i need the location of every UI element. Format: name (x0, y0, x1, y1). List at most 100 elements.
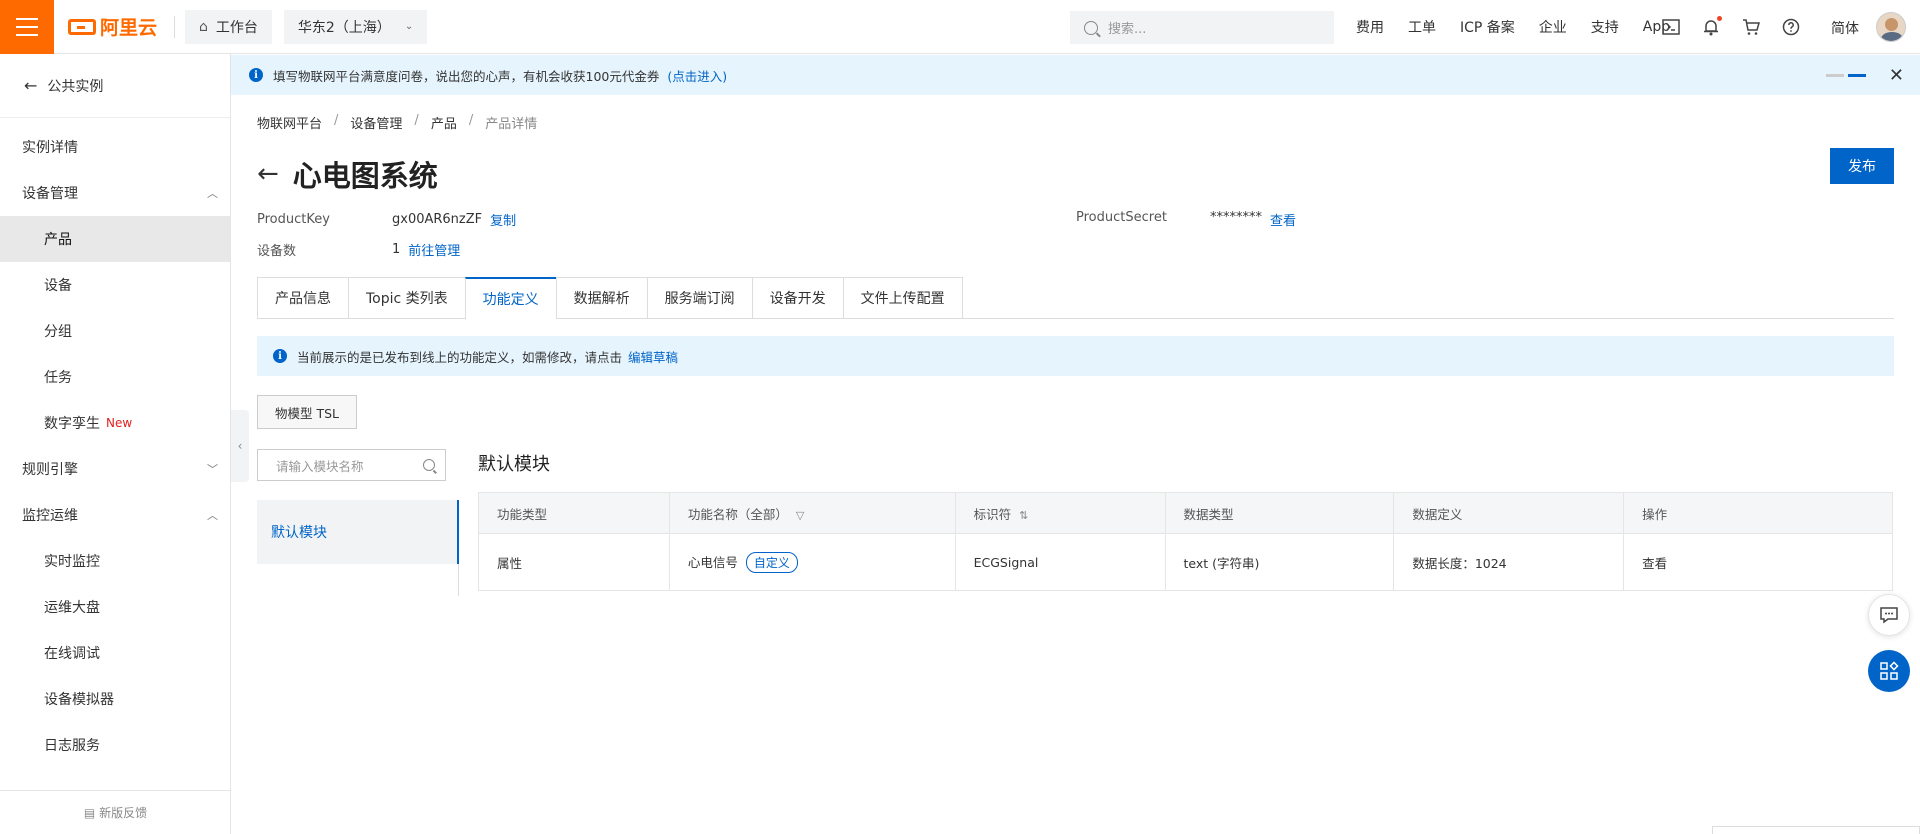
sidebar-item-products[interactable]: 产品 (0, 216, 230, 262)
chat-button[interactable] (1868, 594, 1910, 636)
tab-file-upload-config[interactable]: 文件上传配置 (842, 277, 963, 319)
hamburger-menu-button[interactable] (0, 0, 54, 54)
sidebar-item-label: 在线调试 (44, 646, 100, 662)
search-icon[interactable] (423, 459, 435, 471)
bell-icon[interactable] (1702, 16, 1722, 36)
module-search-input[interactable]: 请输入模块名称 (257, 449, 446, 481)
breadcrumb-iot-platform[interactable]: 物联网平台 (257, 113, 322, 132)
product-key-label: ProductKey (257, 212, 330, 227)
tab-data-parsing[interactable]: 数据解析 (555, 277, 647, 319)
product-secret-value: ******** (1210, 210, 1262, 225)
aliyun-logo[interactable]: 阿里云 (68, 13, 168, 40)
sidebar-item-monitoring[interactable]: 监控运维 ︿ (0, 492, 230, 538)
notice-link[interactable]: (点击进入) (667, 66, 727, 85)
tab-topic-list[interactable]: Topic 类列表 (348, 277, 465, 319)
icp-link[interactable]: ICP 备案 (1460, 17, 1515, 37)
table-row: 属性 心电信号 自定义 ECGSignal text (字符串) 数据长度：102… (478, 533, 1893, 591)
language-switch[interactable]: 简体 (1831, 18, 1859, 38)
sidebar-item-label: 数字孪生 (44, 416, 100, 432)
sidebar-item-groups[interactable]: 分组 (0, 308, 230, 354)
column-header-identifier[interactable]: 标识符 ⇅ (955, 492, 1166, 534)
sort-icon[interactable]: ⇅ (1019, 509, 1028, 522)
edit-draft-link[interactable]: 编辑草稿 (628, 347, 678, 366)
bottom-corner-widget[interactable] (1712, 826, 1920, 834)
top-links: 费用 工单 ICP 备案 企业 支持 App (1356, 0, 1694, 54)
info-icon: i (273, 349, 287, 363)
cart-icon[interactable] (1742, 18, 1760, 36)
manage-devices-link[interactable]: 前往管理 (408, 240, 460, 259)
back-arrow-icon[interactable]: ← (257, 159, 279, 189)
product-key-row: ProductKey gx00AR6nzZF 复制 (257, 210, 516, 229)
product-key-value: gx00AR6nzZF (392, 212, 483, 227)
column-header-function-name[interactable]: 功能名称（全部） ▽ (669, 492, 956, 534)
apps-button[interactable] (1868, 650, 1910, 692)
module-list: 默认模块 (257, 500, 459, 596)
sidebar-item-online-debug[interactable]: 在线调试 (0, 630, 230, 676)
arrow-left-icon: ← (24, 76, 38, 95)
sidebar-item-device-simulator[interactable]: 设备模拟器 (0, 676, 230, 722)
help-icon[interactable] (1782, 18, 1800, 36)
function-table: 功能类型 功能名称（全部） ▽ 标识符 ⇅ 数据类型 数据定义 操作 属性 心电信号… (478, 492, 1893, 591)
cell-data-type: text (字符串) (1165, 533, 1395, 591)
new-badge: New (106, 416, 133, 430)
view-action-link[interactable]: 查看 (1623, 533, 1893, 591)
view-secret-link[interactable]: 查看 (1270, 210, 1296, 229)
sidebar-item-realtime-monitor[interactable]: 实时监控 (0, 538, 230, 584)
sidebar-item-label: 任务 (44, 370, 72, 386)
page-title: 心电图系统 (292, 159, 438, 193)
workspace-button[interactable]: ⌂ 工作台 (185, 9, 272, 44)
sidebar-collapse-toggle[interactable]: ‹ (231, 410, 249, 482)
breadcrumb-device-management[interactable]: 设备管理 (350, 113, 402, 132)
hamburger-line (16, 25, 38, 28)
sidebar-item-device-management[interactable]: 设备管理 ︿ (0, 170, 230, 216)
tab-device-development[interactable]: 设备开发 (751, 277, 843, 319)
sidebar: ← 公共实例 实例详情 设备管理 ︿ 产品 设备 分组 任务 数字孪生 New 规则… (0, 54, 231, 834)
breadcrumb-products[interactable]: 产品 (431, 113, 457, 132)
tsl-model-button[interactable]: 物模型 TSL (257, 395, 358, 429)
alert-text: 当前展示的是已发布到线上的功能定义，如需修改，请点击 (297, 349, 623, 365)
copy-link[interactable]: 复制 (490, 210, 516, 229)
sidebar-item-log-service[interactable]: 日志服务 (0, 722, 230, 768)
module-search-placeholder: 请输入模块名称 (276, 458, 364, 474)
tab-function-definition[interactable]: 功能定义 (464, 277, 556, 320)
column-header-data-definition: 数据定义 (1393, 492, 1625, 534)
tab-server-subscription[interactable]: 服务端订阅 (646, 277, 752, 319)
module-item-default[interactable]: 默认模块 (257, 500, 459, 564)
chevron-down-icon: ﹀ (207, 463, 218, 476)
breadcrumb: 物联网平台 / 设备管理 / 产品 / 产品详情 (257, 113, 537, 132)
sidebar-item-rule-engine[interactable]: 规则引擎 ﹀ (0, 446, 230, 492)
close-icon[interactable]: ✕ (1889, 65, 1904, 86)
fees-link[interactable]: 费用 (1356, 17, 1384, 37)
publish-button[interactable]: 发布 (1830, 148, 1894, 184)
sidebar-item-label: 实例详情 (22, 140, 78, 156)
support-link[interactable]: 支持 (1591, 17, 1619, 37)
back-to-instances-link[interactable]: ← 公共实例 (0, 54, 230, 118)
sidebar-item-tasks[interactable]: 任务 (0, 354, 230, 400)
sidebar-item-digital-twin[interactable]: 数字孪生 New (0, 400, 230, 446)
cell-identifier: ECGSignal (955, 533, 1166, 591)
feedback-button[interactable]: ▤ 新版反馈 (0, 790, 231, 834)
chat-icon (1880, 607, 1898, 624)
cell-function-type: 属性 (478, 533, 670, 591)
sidebar-item-label: 设备模拟器 (44, 692, 114, 708)
custom-tag: 自定义 (745, 551, 798, 573)
sidebar-item-instance-details[interactable]: 实例详情 (0, 124, 230, 170)
carousel-dot-active[interactable] (1848, 74, 1866, 77)
notification-dot (1717, 16, 1722, 21)
sidebar-nav: 实例详情 设备管理 ︿ 产品 设备 分组 任务 数字孪生 New 规则引擎 ﹀ 监控运… (0, 118, 230, 768)
sidebar-item-ops-dashboard[interactable]: 运维大盘 (0, 584, 230, 630)
carousel-dot[interactable] (1826, 74, 1844, 77)
region-selector[interactable]: 华东2（上海） ⌄ (283, 9, 428, 44)
chevron-left-icon: ‹ (237, 439, 243, 453)
breadcrumb-separator: / (468, 113, 474, 128)
global-search-input[interactable]: 搜索... (1070, 11, 1334, 44)
notice-carousel-indicator[interactable] (1826, 74, 1866, 77)
filter-icon[interactable]: ▽ (796, 509, 804, 522)
sidebar-item-devices[interactable]: 设备 (0, 262, 230, 308)
tickets-link[interactable]: 工单 (1408, 17, 1436, 37)
enterprise-link[interactable]: 企业 (1539, 17, 1567, 37)
column-header-data-type: 数据类型 (1165, 492, 1395, 534)
tab-product-info[interactable]: 产品信息 (257, 277, 348, 319)
user-avatar[interactable] (1876, 12, 1906, 42)
terminal-icon[interactable] (1662, 18, 1680, 36)
